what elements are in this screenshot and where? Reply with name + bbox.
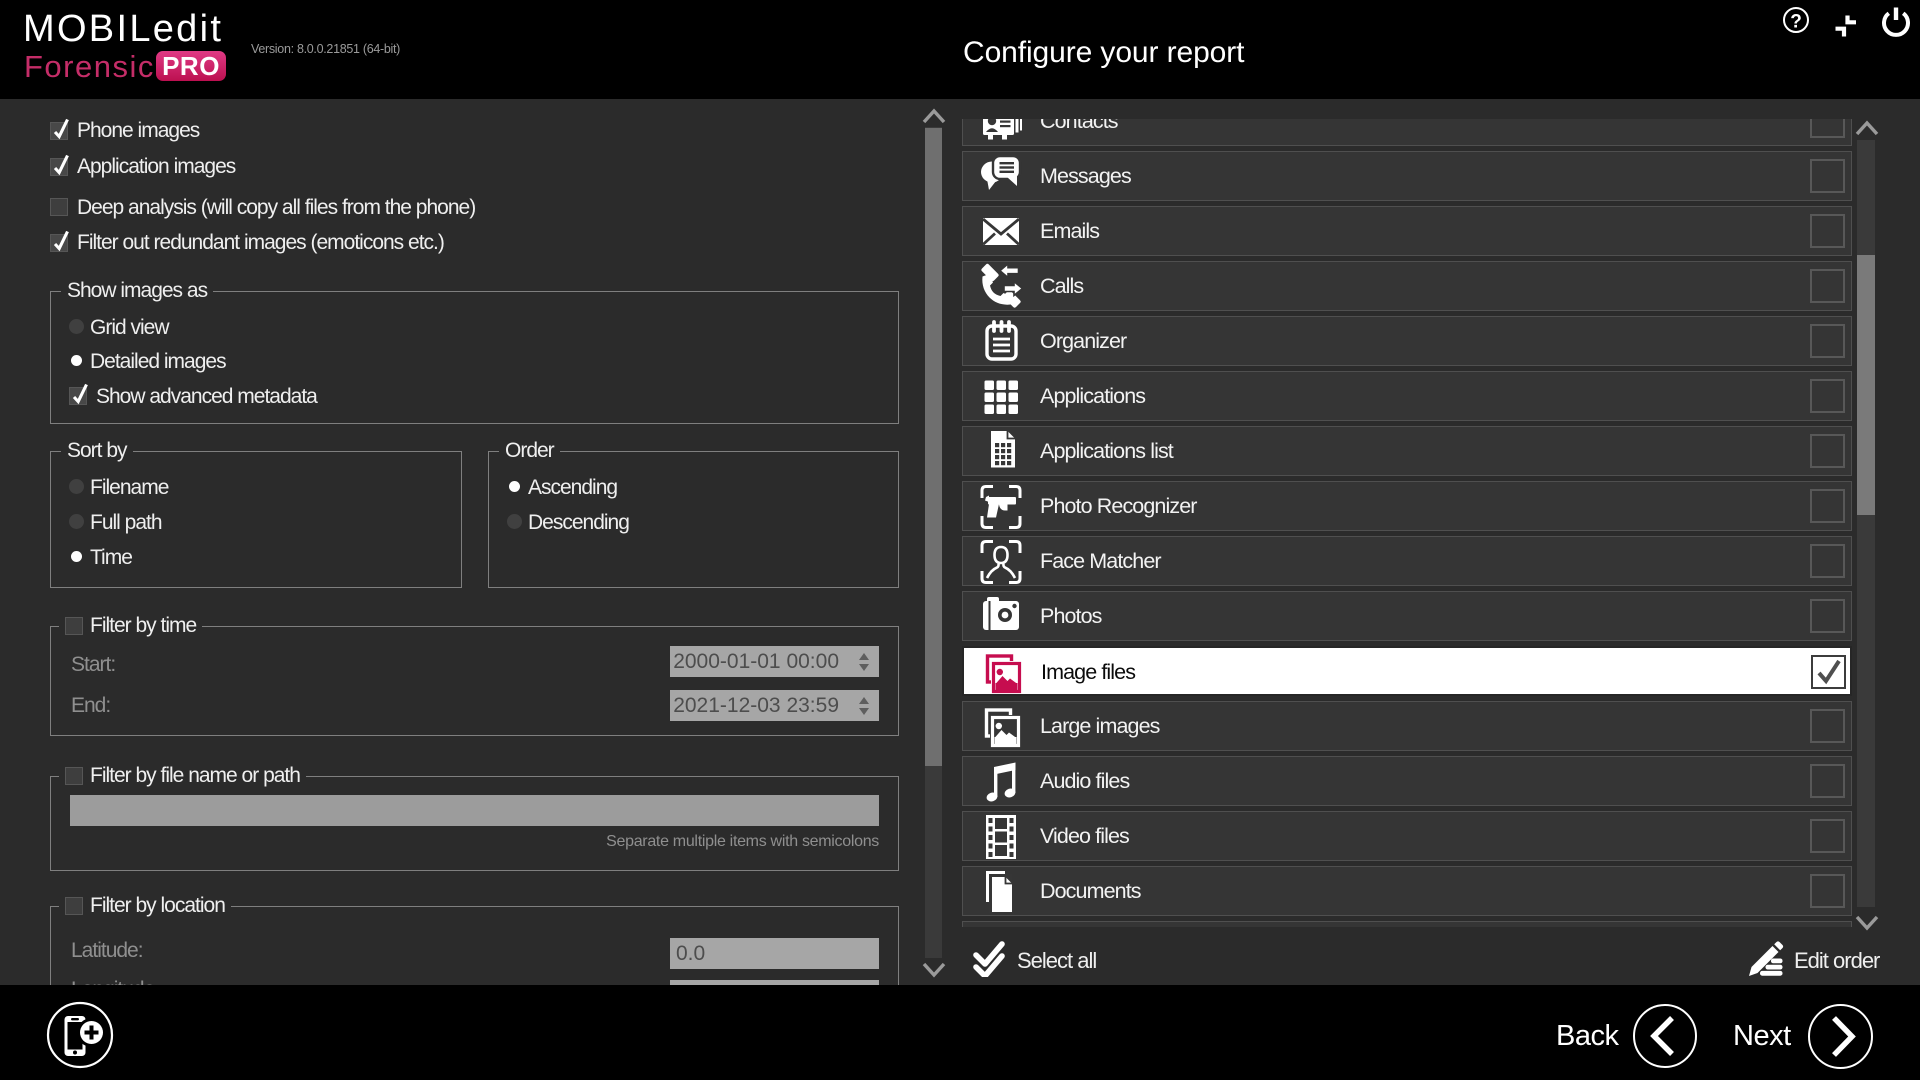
svg-text:?: ? <box>1790 12 1802 33</box>
